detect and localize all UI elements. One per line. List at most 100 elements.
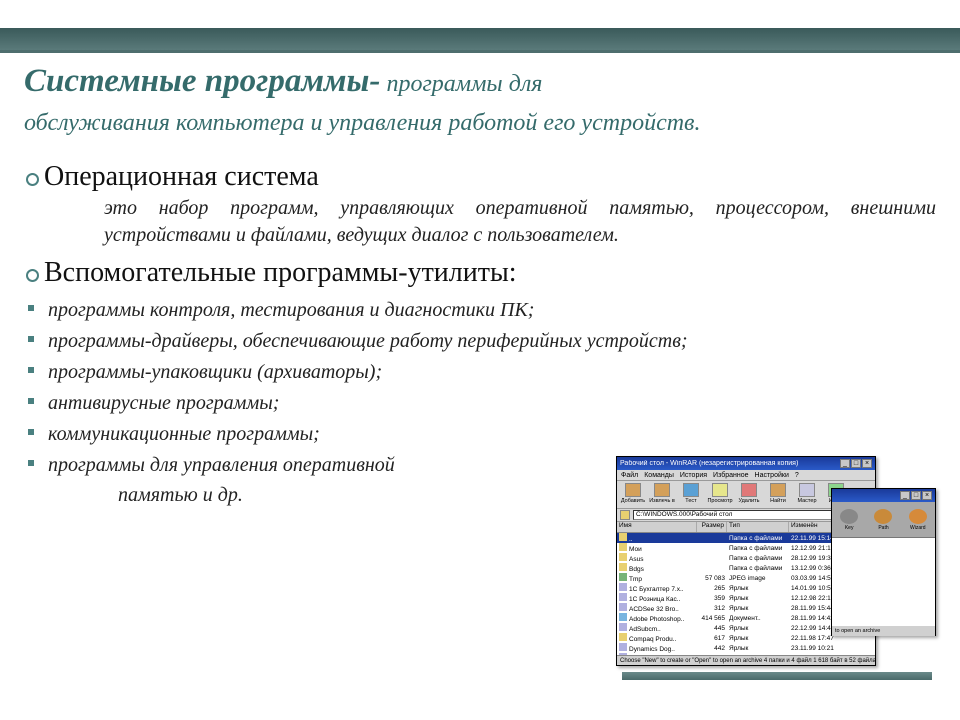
big-icon-label: Wizard (910, 525, 926, 531)
cell: Tmp (617, 573, 697, 583)
toolbar-icon (625, 483, 641, 497)
window-body (832, 538, 935, 626)
big-icon-glyph (840, 509, 858, 524)
file-icon (619, 593, 627, 601)
big-icon-label: Path (878, 525, 888, 531)
cell: 445 (697, 625, 727, 632)
toolbar-icon (741, 483, 757, 497)
toolbar-icon (799, 483, 815, 497)
toolbar-label: Удалить (739, 498, 760, 504)
window-title: Рабочий стол - WinRAR (незарегистрирован… (620, 460, 798, 467)
cell: 1C Розница Кас.. (617, 593, 697, 603)
file-icon (619, 623, 627, 631)
menu-bar: Файл Команды История Избранное Настройки… (617, 470, 875, 481)
max-button[interactable]: □ (911, 491, 921, 500)
file-icon (619, 563, 627, 571)
cell: Папка с файлами (727, 545, 789, 552)
cell: Мои (617, 543, 697, 553)
cell: 1C Бухгалтер 7.x.. (617, 583, 697, 593)
cell: Quake 1.06v.. (617, 653, 697, 655)
window-controls: _ □ × (840, 459, 872, 468)
cell: .. (617, 533, 697, 543)
table-row[interactable]: Quake 1.06v..493Ярлык22.11.99 15:43 (617, 653, 875, 655)
cell: Adobe Photoshop.. (617, 613, 697, 623)
min-button[interactable]: _ (900, 491, 910, 500)
close-button[interactable]: × (922, 491, 932, 500)
menu-item[interactable]: Файл (621, 472, 638, 479)
titlebar[interactable]: Рабочий стол - WinRAR (незарегистрирован… (617, 457, 875, 470)
col-size[interactable]: Размер (697, 522, 727, 532)
toolbar-label: Тест (685, 498, 696, 504)
toolbar-icon (683, 483, 699, 497)
big-icon-label: Key (845, 525, 854, 531)
big-icon-glyph (909, 509, 927, 524)
menu-item[interactable]: История (680, 472, 707, 479)
toolbar-button[interactable]: Мастер (794, 483, 820, 506)
cell: 57 083 (697, 575, 727, 582)
file-icon (619, 613, 627, 621)
table-row[interactable]: Dynamics Dog..442Ярлык23.11.99 10:21 (617, 643, 875, 653)
menu-item[interactable]: Настройки (755, 472, 789, 479)
toolbar-button[interactable]: Просмотр (707, 483, 733, 506)
file-icon (619, 653, 627, 655)
file-icon (619, 553, 627, 561)
toolbar-button[interactable]: Извлечь в (649, 483, 675, 506)
cell: 22.11.99 15:43 (789, 655, 875, 656)
big-icon-glyph (874, 509, 892, 524)
shadow-bar (622, 672, 932, 680)
cell: Документ.. (727, 615, 789, 622)
file-icon (619, 573, 627, 581)
file-icon (619, 603, 627, 611)
toolbar-button[interactable]: Найти (765, 483, 791, 506)
sub-item: коммуникационные программы; (44, 419, 936, 449)
col-name[interactable]: Имя (617, 522, 697, 532)
os-description: это набор программ, управляющих оператив… (44, 195, 936, 249)
status-bar: Choose "New" to create or "Open" to open… (617, 655, 875, 665)
close-button[interactable]: × (862, 459, 872, 468)
min-button[interactable]: _ (840, 459, 850, 468)
sub-item: программы-драйверы, обеспечивающие работ… (44, 326, 936, 356)
titlebar[interactable]: _ □ × (832, 489, 935, 502)
cell: Ярлык (727, 605, 789, 612)
bullet-os: Операционная система это набор программ,… (44, 161, 936, 249)
big-icon-row: Key Path Wizard (832, 502, 935, 538)
toolbar-button[interactable]: Добавить (620, 483, 646, 506)
toolbar-label: Извлечь в (649, 498, 675, 504)
sub-item: программы контроля, тестирования и диагн… (44, 295, 936, 325)
big-icon[interactable]: Wizard (907, 509, 929, 531)
cell: Ярлык (727, 585, 789, 592)
folder-up-icon[interactable] (620, 510, 630, 520)
util-title: Вспомогательные программы-утилиты: (44, 257, 936, 289)
cell: 617 (697, 635, 727, 642)
sub-item: программы-упаковщики (архиваторы); (44, 357, 936, 387)
cell: 23.11.99 10:21 (789, 645, 875, 652)
cell: 493 (697, 655, 727, 656)
cell: 265 (697, 585, 727, 592)
max-button[interactable]: □ (851, 459, 861, 468)
col-type[interactable]: Тип (727, 522, 789, 532)
toolbar-icon (712, 483, 728, 497)
cell: Bdgs (617, 563, 697, 573)
menu-item[interactable]: Команды (644, 472, 674, 479)
cell: Ярлык (727, 635, 789, 642)
big-icon[interactable]: Path (872, 509, 894, 531)
cell: Папка с файлами (727, 535, 789, 542)
menu-item[interactable]: ? (795, 472, 799, 479)
toolbar-label: Найти (770, 498, 786, 504)
cell: AdSubcm.. (617, 623, 697, 633)
file-icon (619, 643, 627, 651)
toolbar-button[interactable]: Удалить (736, 483, 762, 506)
slide-content: Системные программы- программы для обслу… (24, 60, 936, 710)
status-bar: to open an archive (832, 626, 935, 636)
cell: ACDSee 32 Bro.. (617, 603, 697, 613)
menu-item[interactable]: Избранное (713, 472, 748, 479)
os-title: Операционная система (44, 161, 936, 193)
file-icon (619, 543, 627, 551)
cell: Asus (617, 553, 697, 563)
toolbar-label: Мастер (797, 498, 816, 504)
file-icon (619, 633, 627, 641)
toolbar-button[interactable]: Тест (678, 483, 704, 506)
title-continuation: обслуживания компьютера и управления раб… (24, 107, 936, 139)
file-icon (619, 583, 627, 591)
big-icon[interactable]: Key (838, 509, 860, 531)
